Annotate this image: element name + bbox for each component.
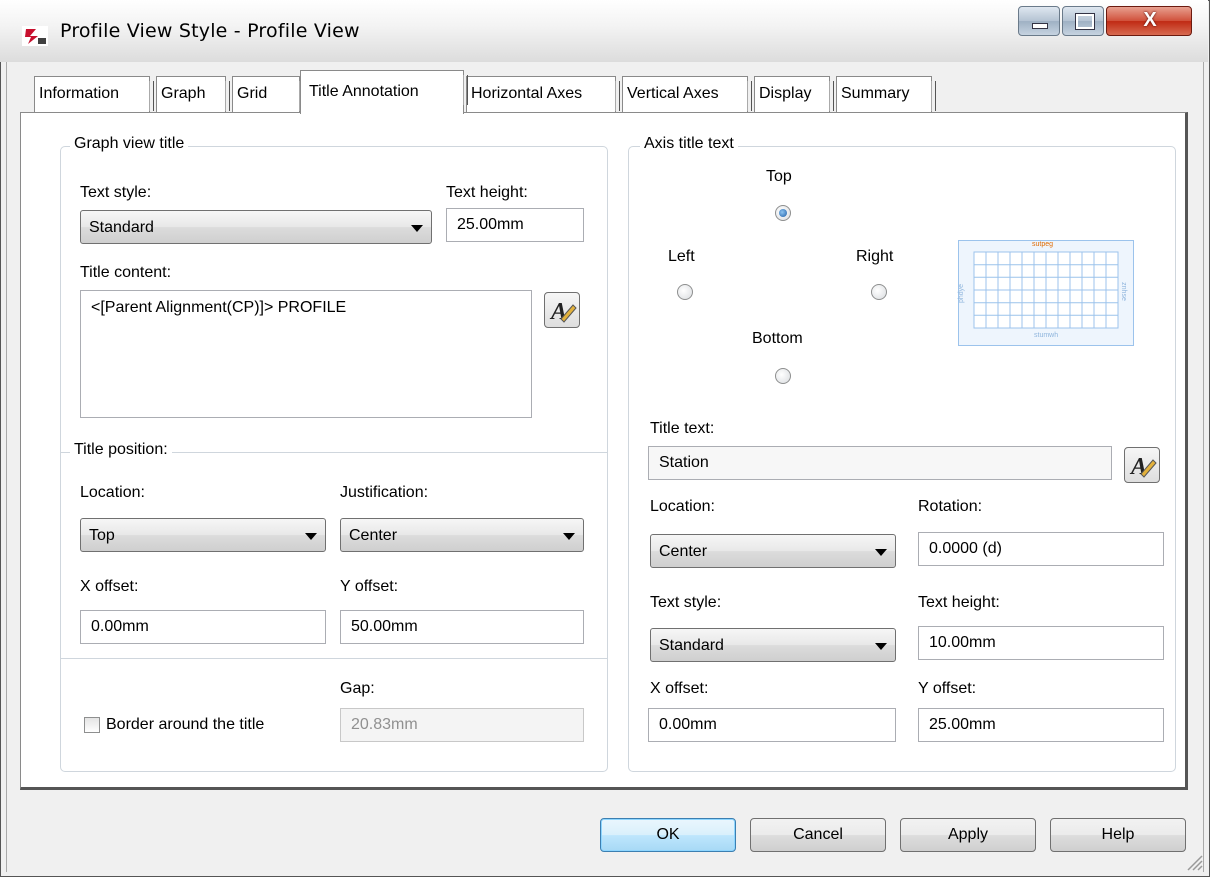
group-label-graph-view-title: Graph view title [70, 135, 189, 153]
tab-label: Summary [841, 85, 910, 102]
resize-grip-icon[interactable] [1184, 852, 1204, 872]
position-bottom-radio[interactable] [775, 368, 791, 384]
location-label: Location: [80, 484, 145, 501]
position-top-radio[interactable] [775, 205, 791, 221]
border-around-title-label: Border around the title [106, 716, 265, 733]
tab-display[interactable]: Display [754, 76, 834, 112]
y-offset-field[interactable]: 50.00mm [340, 610, 584, 644]
axis-title-preview: sutpeg stumwh phdye znhse [958, 240, 1134, 346]
title-content-field[interactable]: <[Parent Alignment(CP)]> PROFILE [80, 290, 532, 418]
group-label-axis-title-text: Axis title text [640, 135, 738, 153]
rotation-field[interactable]: 0.0000 (d) [918, 532, 1164, 566]
apply-button[interactable]: Apply [900, 818, 1036, 852]
justification-dropdown[interactable]: Center [340, 518, 584, 552]
rotation-label: Rotation: [918, 498, 983, 515]
title-text-label: Title text: [650, 420, 715, 437]
axis-location-label: Location: [650, 498, 715, 515]
position-bottom-label: Bottom [752, 330, 803, 347]
tab-information[interactable]: Information [34, 76, 154, 112]
y-offset-label: Y offset: [340, 578, 399, 595]
preview-left-title: phdye [958, 283, 966, 304]
x-offset-label: X offset: [80, 578, 139, 595]
title-location-dropdown[interactable]: Top [80, 518, 326, 552]
tab-label: Information [39, 85, 120, 102]
axis-x-offset-label: X offset: [650, 680, 709, 697]
text-edit-icon: A [1129, 454, 1157, 480]
tab-label: Grid [237, 85, 268, 102]
edit-axis-title-button[interactable]: A [1124, 447, 1160, 483]
window-title: Profile View Style - Profile View [60, 20, 360, 42]
chevron-down-icon [411, 225, 423, 232]
border-around-title-checkbox[interactable] [84, 717, 100, 733]
axis-text-style-label: Text style: [650, 594, 722, 611]
tab-horizontal-axes[interactable]: Horizontal Axes [466, 76, 620, 112]
gap-field[interactable]: 20.83mm [340, 708, 584, 742]
title-content-label: Title content: [80, 264, 172, 281]
group-label-title-position: Title position: [70, 441, 172, 459]
tab-label: Graph [161, 85, 206, 102]
position-right-radio[interactable] [871, 284, 887, 300]
tab-grid[interactable]: Grid [232, 76, 304, 112]
text-height-field[interactable]: 25.00mm [446, 208, 584, 242]
chevron-down-icon [875, 643, 887, 650]
chevron-down-icon [305, 533, 317, 540]
maximize-button[interactable] [1062, 6, 1104, 36]
dropdown-value: Center [349, 527, 398, 544]
justification-label: Justification: [340, 484, 429, 501]
edit-title-content-button[interactable]: A [544, 292, 580, 328]
dropdown-value: Center [659, 543, 708, 560]
axis-location-dropdown[interactable]: Center [650, 534, 896, 568]
tab-summary[interactable]: Summary [836, 76, 936, 112]
dropdown-value: Standard [89, 219, 154, 236]
chevron-down-icon [563, 533, 575, 540]
axis-text-height-label: Text height: [918, 594, 1000, 611]
preview-right-title: znhse [1119, 282, 1127, 301]
position-left-label: Left [668, 248, 695, 265]
axis-text-style-dropdown[interactable]: Standard [650, 628, 896, 662]
gap-label: Gap: [340, 680, 375, 697]
app-icon [22, 26, 48, 46]
position-right-label: Right [856, 248, 894, 265]
help-button[interactable]: Help [1050, 818, 1186, 852]
text-style-dropdown[interactable]: Standard [80, 210, 432, 244]
cancel-button[interactable]: Cancel [750, 818, 886, 852]
divider [60, 658, 608, 659]
close-button[interactable]: X [1106, 6, 1192, 36]
x-offset-field[interactable]: 0.00mm [80, 610, 326, 644]
tab-label: Vertical Axes [627, 85, 719, 102]
close-icon: X [1143, 9, 1157, 31]
text-height-label: Text height: [446, 184, 528, 201]
minimize-button[interactable] [1018, 6, 1060, 36]
axis-y-offset-label: Y offset: [918, 680, 977, 697]
title-content-value: <[Parent Alignment(CP)]> PROFILE [91, 299, 347, 316]
axis-text-height-field[interactable]: 10.00mm [918, 626, 1164, 660]
position-top-label: Top [766, 168, 792, 185]
dropdown-value: Standard [659, 637, 724, 654]
position-left-radio[interactable] [677, 284, 693, 300]
text-edit-icon: A [549, 299, 577, 325]
tab-vertical-axes[interactable]: Vertical Axes [622, 76, 752, 112]
chevron-down-icon [875, 549, 887, 556]
preview-top-title: sutpeg [1032, 241, 1054, 248]
tab-graph[interactable]: Graph [156, 76, 230, 112]
ok-button[interactable]: OK [600, 818, 736, 852]
tab-label: Horizontal Axes [471, 85, 583, 102]
tab-title-annotation[interactable]: Title Annotation [300, 70, 468, 114]
axis-x-offset-field[interactable]: 0.00mm [648, 708, 896, 742]
title-text-field[interactable]: Station [648, 446, 1112, 480]
tab-label: Title Annotation [309, 83, 419, 100]
axis-y-offset-field[interactable]: 25.00mm [918, 708, 1164, 742]
preview-bottom-title: stumwh [1034, 332, 1059, 339]
text-style-label: Text style: [80, 184, 152, 201]
tab-label: Display [759, 85, 812, 102]
dropdown-value: Top [89, 527, 115, 544]
